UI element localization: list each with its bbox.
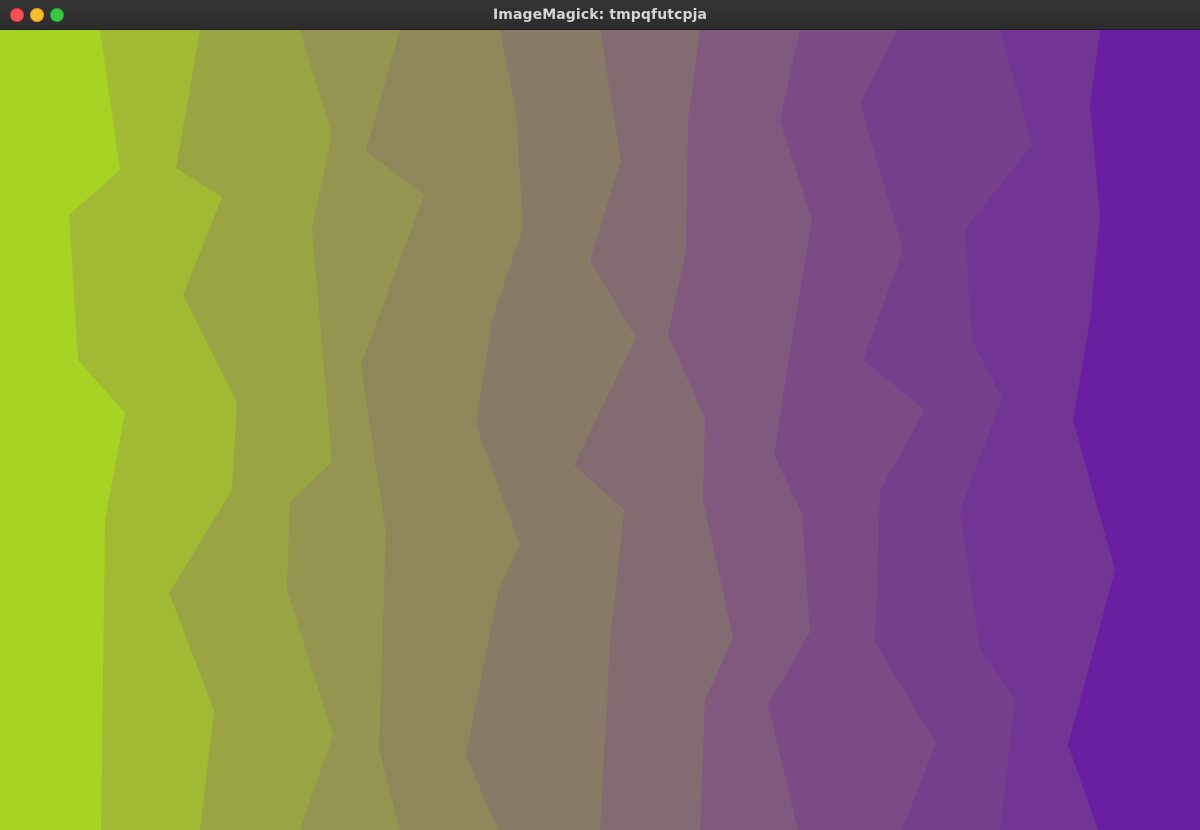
image-content [0,30,1200,830]
image-canvas[interactable] [0,30,1200,830]
title-bar[interactable]: ImageMagick: tmpqfutcpja [0,0,1200,30]
imagemagick-window: ImageMagick: tmpqfutcpja [0,0,1200,830]
window-title: ImageMagick: tmpqfutcpja [492,7,708,23]
